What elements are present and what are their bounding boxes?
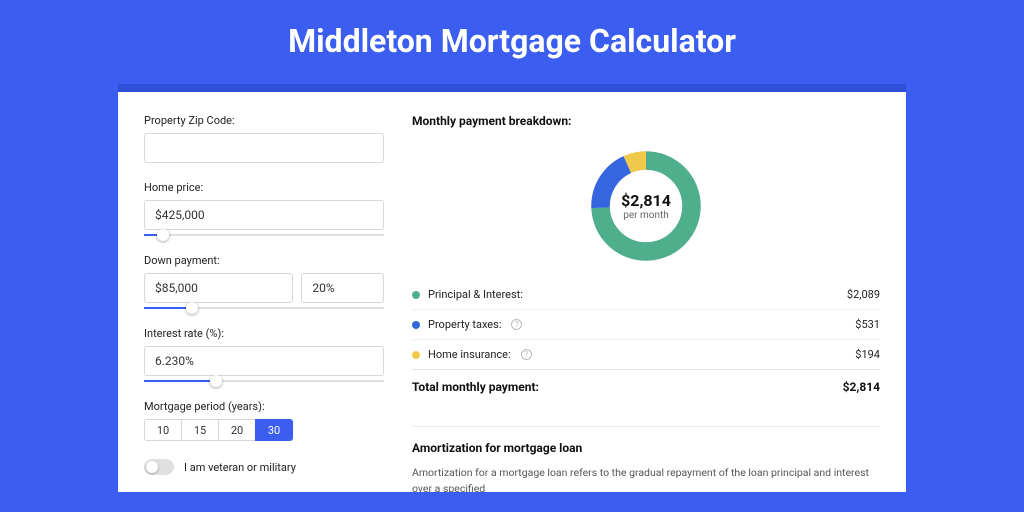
total-row: Total monthly payment: $2,814 [412, 370, 880, 410]
down-payment-field: Down payment: [144, 254, 384, 309]
amortization-text: Amortization for a mortgage loan refers … [412, 465, 880, 492]
period-option-30[interactable]: 30 [255, 419, 293, 441]
donut-center-label: $2,814 per month [621, 191, 671, 221]
info-icon[interactable]: ? [521, 349, 532, 360]
total-label: Total monthly payment: [412, 380, 539, 394]
zip-input[interactable] [144, 133, 384, 163]
home-price-input[interactable] [144, 200, 384, 230]
info-icon[interactable]: ? [511, 319, 522, 330]
donut-amount: $2,814 [621, 191, 671, 210]
period-option-10[interactable]: 10 [144, 419, 182, 441]
legend-value: $531 [855, 318, 880, 331]
home-price-label: Home price: [144, 181, 384, 194]
legend-label: Property taxes: [428, 318, 501, 331]
page-title: Middleton Mortgage Calculator [0, 0, 1024, 84]
veteran-label: I am veteran or military [184, 461, 296, 474]
legend-dot-icon [412, 321, 420, 329]
legend-dot-icon [412, 291, 420, 299]
down-payment-label: Down payment: [144, 254, 384, 267]
legend-row-taxes: Property taxes: ? $531 [412, 310, 880, 340]
donut-sub: per month [621, 210, 671, 221]
slider-fill [144, 307, 192, 309]
zip-label: Property Zip Code: [144, 114, 384, 127]
card-container: Property Zip Code: Home price: Down paym… [118, 84, 906, 492]
interest-label: Interest rate (%): [144, 327, 384, 340]
legend-label: Principal & Interest: [428, 288, 523, 301]
down-payment-pct-input[interactable] [301, 273, 384, 303]
interest-input[interactable] [144, 346, 384, 376]
breakdown-title: Monthly payment breakdown: [412, 114, 880, 128]
veteran-toggle[interactable] [144, 459, 174, 475]
interest-slider[interactable] [144, 380, 384, 382]
period-button-group: 10 15 20 30 [144, 419, 384, 441]
period-option-20[interactable]: 20 [218, 419, 256, 441]
donut-chart: $2,814 per month [586, 146, 706, 266]
legend-value: $194 [855, 348, 880, 361]
calculator-card: Property Zip Code: Home price: Down paym… [118, 92, 906, 492]
period-option-15[interactable]: 15 [181, 419, 219, 441]
down-payment-amount-input[interactable] [144, 273, 293, 303]
legend-row-principal: Principal & Interest: $2,089 [412, 280, 880, 310]
interest-field: Interest rate (%): [144, 327, 384, 382]
home-price-field: Home price: [144, 181, 384, 236]
legend-dot-icon [412, 351, 420, 359]
donut-chart-wrap: $2,814 per month [412, 142, 880, 280]
total-value: $2,814 [843, 380, 880, 394]
slider-thumb[interactable] [186, 302, 198, 314]
inputs-column: Property Zip Code: Home price: Down paym… [144, 114, 384, 492]
legend-value: $2,089 [847, 288, 880, 301]
veteran-row: I am veteran or military [144, 459, 384, 475]
slider-thumb[interactable] [210, 375, 222, 387]
amortization-title: Amortization for mortgage loan [412, 426, 880, 455]
period-label: Mortgage period (years): [144, 400, 384, 413]
down-payment-slider[interactable] [144, 307, 384, 309]
legend-label: Home insurance: [428, 348, 511, 361]
slider-fill [144, 380, 216, 382]
period-field: Mortgage period (years): 10 15 20 30 [144, 400, 384, 441]
home-price-slider[interactable] [144, 234, 384, 236]
legend-row-insurance: Home insurance: ? $194 [412, 340, 880, 370]
slider-thumb[interactable] [157, 229, 169, 241]
zip-field: Property Zip Code: [144, 114, 384, 163]
results-column: Monthly payment breakdown: $2,814 per mo… [412, 114, 880, 492]
